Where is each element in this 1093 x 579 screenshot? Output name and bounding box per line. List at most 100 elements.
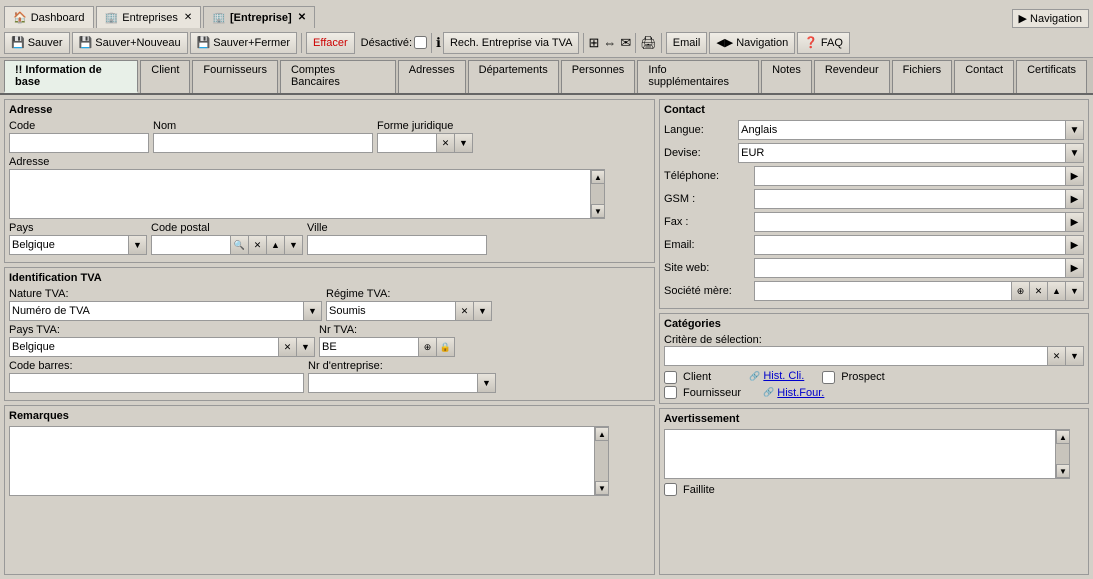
code-postal-up-btn[interactable]: ▲ bbox=[267, 235, 285, 255]
devise-select-wrap: EUR ▼ bbox=[738, 143, 1084, 163]
tab-comptes-bancaires[interactable]: Comptes Bancaires bbox=[280, 60, 396, 93]
sep4 bbox=[635, 33, 636, 53]
delete-button[interactable]: Effacer bbox=[306, 32, 355, 54]
fournisseur-checkbox[interactable] bbox=[664, 386, 677, 399]
societe-mere-btn3[interactable]: ▲ bbox=[1048, 281, 1066, 301]
faillite-checkbox[interactable] bbox=[664, 483, 677, 496]
code-input[interactable] bbox=[9, 133, 149, 153]
avertissement-textarea[interactable] bbox=[664, 429, 1056, 479]
tab-entreprises[interactable]: 🏢 Entreprises ✕ bbox=[96, 6, 202, 28]
langue-select[interactable]: Anglais bbox=[738, 120, 1066, 140]
societe-mere-btn1[interactable]: ⊕ bbox=[1012, 281, 1030, 301]
prospect-checkbox[interactable] bbox=[822, 371, 835, 384]
code-postal-input[interactable] bbox=[151, 235, 231, 255]
societe-mere-btn2[interactable]: ✕ bbox=[1030, 281, 1048, 301]
hist-four-link[interactable]: Hist.Four. bbox=[777, 387, 824, 399]
pays-tva-arrow[interactable]: ▼ bbox=[297, 337, 315, 357]
pays-tva-clear[interactable]: ✕ bbox=[279, 337, 297, 357]
site-web-btn[interactable]: ▶ bbox=[1066, 258, 1084, 278]
tab-info-sup[interactable]: Info supplémentaires bbox=[637, 60, 759, 93]
telephone-btn[interactable]: ▶ bbox=[1066, 166, 1084, 186]
ville-input[interactable] bbox=[307, 235, 487, 255]
nr-tva-btn1[interactable]: ⊕ bbox=[419, 337, 437, 357]
fax-input[interactable] bbox=[754, 212, 1066, 232]
email-button[interactable]: Email bbox=[666, 32, 708, 54]
tab-entreprise-close[interactable]: ✕ bbox=[298, 12, 306, 23]
gsm-btn[interactable]: ▶ bbox=[1066, 189, 1084, 209]
nom-input[interactable] bbox=[153, 133, 373, 153]
langue-arrow[interactable]: ▼ bbox=[1066, 120, 1084, 140]
tab-notes[interactable]: Notes bbox=[761, 60, 812, 93]
sep2 bbox=[431, 33, 432, 53]
nature-tva-arrow[interactable]: ▼ bbox=[304, 301, 322, 321]
tab-personnes[interactable]: Personnes bbox=[561, 60, 636, 93]
email-btn[interactable]: ▶ bbox=[1066, 235, 1084, 255]
tab-revendeur[interactable]: Revendeur bbox=[814, 60, 890, 93]
avertissement-scroll-up[interactable]: ▲ bbox=[1056, 430, 1070, 444]
code-barres-input[interactable] bbox=[9, 373, 304, 393]
side-nav-button[interactable]: ▶ Navigation bbox=[1012, 9, 1089, 28]
tab-entreprise[interactable]: 🏢 [Entreprise] ✕ bbox=[203, 6, 315, 28]
nr-tva-input[interactable] bbox=[319, 337, 419, 357]
forme-juridique-clear-btn[interactable]: ✕ bbox=[437, 133, 455, 153]
regime-tva-arrow[interactable]: ▼ bbox=[474, 301, 492, 321]
nr-entreprise-arrow[interactable]: ▼ bbox=[478, 373, 496, 393]
critere-arrow[interactable]: ▼ bbox=[1066, 346, 1084, 366]
navigation-button[interactable]: ◀▶ Navigation bbox=[709, 32, 795, 54]
save-new-button[interactable]: 💾 Sauver+Nouveau bbox=[72, 32, 188, 54]
tab-fournisseurs[interactable]: Fournisseurs bbox=[192, 60, 278, 93]
hist-cli-link[interactable]: Hist. Cli. bbox=[763, 370, 804, 382]
adresse-scroll-up[interactable]: ▲ bbox=[591, 170, 605, 184]
gsm-input[interactable] bbox=[754, 189, 1066, 209]
forme-juridique-input[interactable] bbox=[377, 133, 437, 153]
societe-mere-input[interactable] bbox=[754, 281, 1012, 301]
gsm-row: GSM : ▶ bbox=[664, 189, 1084, 209]
critere-input[interactable] bbox=[664, 346, 1048, 366]
tab-entreprises-close[interactable]: ✕ bbox=[184, 12, 192, 23]
tab-departements[interactable]: Départements bbox=[468, 60, 559, 93]
telephone-input[interactable] bbox=[754, 166, 1066, 186]
societe-mere-btn4[interactable]: ▼ bbox=[1066, 281, 1084, 301]
code-postal-search-btn[interactable]: 🔍 bbox=[231, 235, 249, 255]
devise-arrow[interactable]: ▼ bbox=[1066, 143, 1084, 163]
avertissement-scroll-down[interactable]: ▼ bbox=[1056, 464, 1070, 478]
adresse-scroll-down[interactable]: ▼ bbox=[591, 204, 605, 218]
client-checkbox[interactable] bbox=[664, 371, 677, 384]
save-button[interactable]: 💾 Sauver bbox=[4, 32, 70, 54]
pays-tva-input[interactable] bbox=[9, 337, 279, 357]
remarques-textarea[interactable] bbox=[9, 426, 595, 496]
adresse-textarea[interactable] bbox=[9, 169, 591, 219]
tab-adresses[interactable]: Adresses bbox=[398, 60, 466, 93]
nature-tva-select[interactable]: Numéro de TVA bbox=[9, 301, 304, 321]
nr-tva-btn2[interactable]: 🔒 bbox=[437, 337, 455, 357]
tab-contact[interactable]: Contact bbox=[954, 60, 1014, 93]
save-close-button[interactable]: 💾 Sauver+Fermer bbox=[190, 32, 297, 54]
regime-tva-clear[interactable]: ✕ bbox=[456, 301, 474, 321]
fax-btn[interactable]: ▶ bbox=[1066, 212, 1084, 232]
pays-dropdown-btn[interactable]: ▼ bbox=[129, 235, 147, 255]
desactive-checkbox[interactable] bbox=[414, 36, 427, 49]
regime-tva-input[interactable] bbox=[326, 301, 456, 321]
email-input[interactable] bbox=[754, 235, 1066, 255]
identification-tva-section: Identification TVA Nature TVA: Numéro de… bbox=[4, 267, 655, 401]
search-tva-button[interactable]: Rech. Entreprise via TVA bbox=[443, 32, 579, 54]
entreprise-icon: 🏢 bbox=[212, 11, 226, 24]
code-postal-down-btn[interactable]: ▼ bbox=[285, 235, 303, 255]
tab-info-base[interactable]: !! Information de base bbox=[4, 60, 138, 93]
tab-client[interactable]: Client bbox=[140, 60, 190, 93]
code-postal-clear-btn[interactable]: ✕ bbox=[249, 235, 267, 255]
critere-clear[interactable]: ✕ bbox=[1048, 346, 1066, 366]
societe-mere-label: Société mère: bbox=[664, 285, 754, 297]
devise-select[interactable]: EUR bbox=[738, 143, 1066, 163]
tab-certificats[interactable]: Certificats bbox=[1016, 60, 1087, 93]
nr-entreprise-input[interactable] bbox=[308, 373, 478, 393]
pays-select[interactable]: Belgique bbox=[9, 235, 129, 255]
site-web-input[interactable] bbox=[754, 258, 1066, 278]
remarques-scroll-up[interactable]: ▲ bbox=[595, 427, 609, 441]
forme-juridique-dropdown-btn[interactable]: ▼ bbox=[455, 133, 473, 153]
adresse-label: Adresse bbox=[9, 156, 650, 168]
tab-dashboard[interactable]: 🏠 Dashboard bbox=[4, 6, 94, 28]
remarques-scroll-down[interactable]: ▼ bbox=[595, 481, 609, 495]
faq-button[interactable]: ❓ FAQ bbox=[797, 32, 850, 54]
tab-fichiers[interactable]: Fichiers bbox=[892, 60, 953, 93]
